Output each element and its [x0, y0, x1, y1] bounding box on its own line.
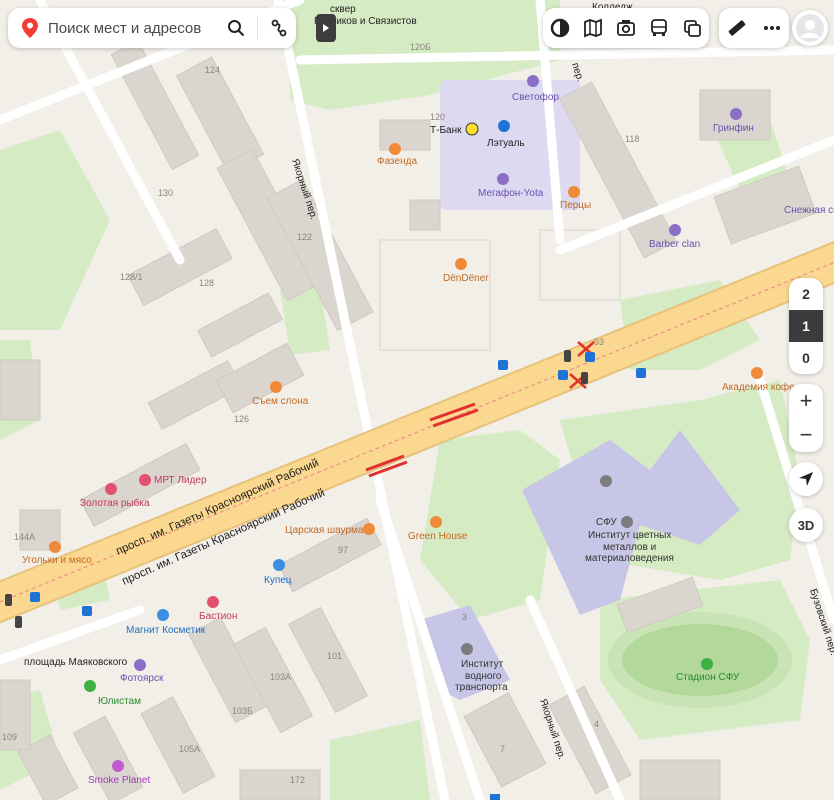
search-divider: [257, 16, 258, 40]
poi-tbank: Т-Банк: [430, 125, 462, 136]
3d-toggle-button[interactable]: 3D: [789, 508, 823, 542]
floor-switcher: 2 1 0: [789, 278, 823, 374]
house-number: 126: [234, 414, 249, 424]
poi-yulistam: Юлистам: [98, 696, 141, 707]
poi-dendener: DënDëner: [443, 273, 489, 284]
poi-fazenda: Фазенда: [377, 156, 417, 167]
zoom-in-button[interactable]: +: [789, 384, 823, 418]
more-button[interactable]: [759, 15, 785, 41]
poi-sfu: СФУ: [596, 517, 617, 528]
floor-button-2[interactable]: 2: [789, 278, 823, 310]
zoom-controls: + −: [789, 384, 823, 452]
profile-avatar[interactable]: [792, 10, 828, 46]
house-number: 105А: [179, 744, 200, 754]
house-number: 93: [594, 337, 604, 347]
poi-akademia: Академия кофе: [722, 381, 795, 393]
poi-stadion: Стадион СФУ: [676, 672, 740, 683]
house-number: 120Б: [410, 42, 431, 52]
house-number: 101: [327, 651, 342, 661]
house-number: 103А: [270, 672, 291, 682]
poi-bastion: Бастион: [199, 611, 237, 622]
poi-magnit: Магнит Косметик: [126, 625, 206, 636]
house-number: 128/1: [120, 272, 143, 282]
poi-mrt: МРТ Лидер: [154, 475, 207, 486]
map-icon: [583, 18, 602, 38]
floor-button-0[interactable]: 0: [789, 342, 823, 374]
poi-svetofor: Светофор: [512, 91, 559, 103]
carsharing-icon: [684, 20, 702, 37]
poi-zolotaya: Золотая рыбка: [80, 497, 150, 509]
location-pin-icon: [22, 18, 38, 38]
poi-institut-tsvet-2: металлов и: [603, 542, 656, 553]
poi-shaurma: Царская шаурма: [285, 525, 364, 536]
floor-button-1[interactable]: 1: [789, 310, 823, 342]
my-location-button[interactable]: [789, 462, 823, 496]
poi-ugolki: Угольки и мясо: [22, 555, 92, 566]
poi-institut-vod-2: водного: [465, 671, 502, 682]
poi-kupets: Купец: [264, 575, 292, 586]
house-number: 120: [430, 112, 445, 122]
poi-pertsy: Перцы: [560, 200, 591, 211]
search-bar: Поиск мест и адресов: [8, 8, 296, 48]
house-number: 128: [199, 278, 214, 288]
street-label-square: площадь Маяковского: [24, 657, 128, 668]
poi-sem-slona: Съем слона: [252, 396, 309, 407]
poi-megafon: Мегафон-Yota: [478, 187, 544, 199]
poi-barber: Barber clan: [649, 239, 700, 250]
search-input[interactable]: Поиск мест и адресов: [48, 20, 219, 37]
zoom-out-button[interactable]: −: [789, 418, 823, 452]
house-number: 7: [500, 744, 505, 754]
map-mode-button[interactable]: [580, 15, 606, 41]
poi-smoke: Smoke Planet: [88, 775, 150, 786]
house-number: 3: [462, 612, 467, 622]
panorama-icon: [617, 20, 635, 36]
user-icon: [796, 14, 824, 42]
search-icon: [228, 20, 245, 37]
house-number: 144А: [14, 532, 35, 542]
house-number: 103Б: [232, 706, 253, 716]
layers-icon: [550, 18, 569, 38]
house-number: 124: [205, 65, 220, 75]
poi-institut-vod-3: транспорта: [455, 682, 508, 693]
collapse-panel-button[interactable]: [316, 14, 336, 42]
chevron-right-icon: [323, 24, 329, 32]
panorama-button[interactable]: [613, 15, 639, 41]
house-number: 118: [625, 134, 639, 144]
ruler-icon: [728, 20, 745, 36]
more-icon: [763, 26, 780, 30]
house-number: 172: [290, 775, 305, 785]
layers-toolbar: [543, 8, 709, 48]
house-number: 109: [2, 732, 17, 742]
house-number: 97: [338, 545, 348, 555]
poi-fotoyarsk: Фотоярск: [120, 673, 164, 684]
house-number: 130: [158, 188, 173, 198]
house-number: 122: [297, 232, 312, 242]
park-label: сквер: [330, 4, 356, 15]
poi-letual: Лэтуаль: [487, 138, 525, 149]
poi-grinfin: Гринфин: [713, 122, 754, 134]
house-number: 4: [594, 719, 599, 729]
transport-button[interactable]: [646, 15, 672, 41]
search-button[interactable]: [219, 11, 253, 45]
poi-institut-tsvet-1: Институт цветных: [588, 530, 671, 541]
poi-institut-tsvet-3: материаловедения: [585, 553, 674, 564]
extra-toolbar: [719, 8, 789, 48]
poi-green-house: Green House: [408, 531, 468, 542]
map-canvas[interactable]: просп. им. Газеты Красноярский Рабочий п…: [0, 0, 834, 800]
ruler-button[interactable]: [724, 15, 750, 41]
navigation-arrow-icon: [799, 472, 813, 486]
route-button[interactable]: [262, 11, 296, 45]
route-icon: [271, 19, 287, 37]
layers-button[interactable]: [547, 15, 573, 41]
carsharing-button[interactable]: [679, 15, 705, 41]
poi-snezhnaya: Снежная со: [784, 205, 834, 216]
poi-institut-vod-1: Институт: [461, 659, 504, 670]
transport-icon: [651, 19, 668, 36]
